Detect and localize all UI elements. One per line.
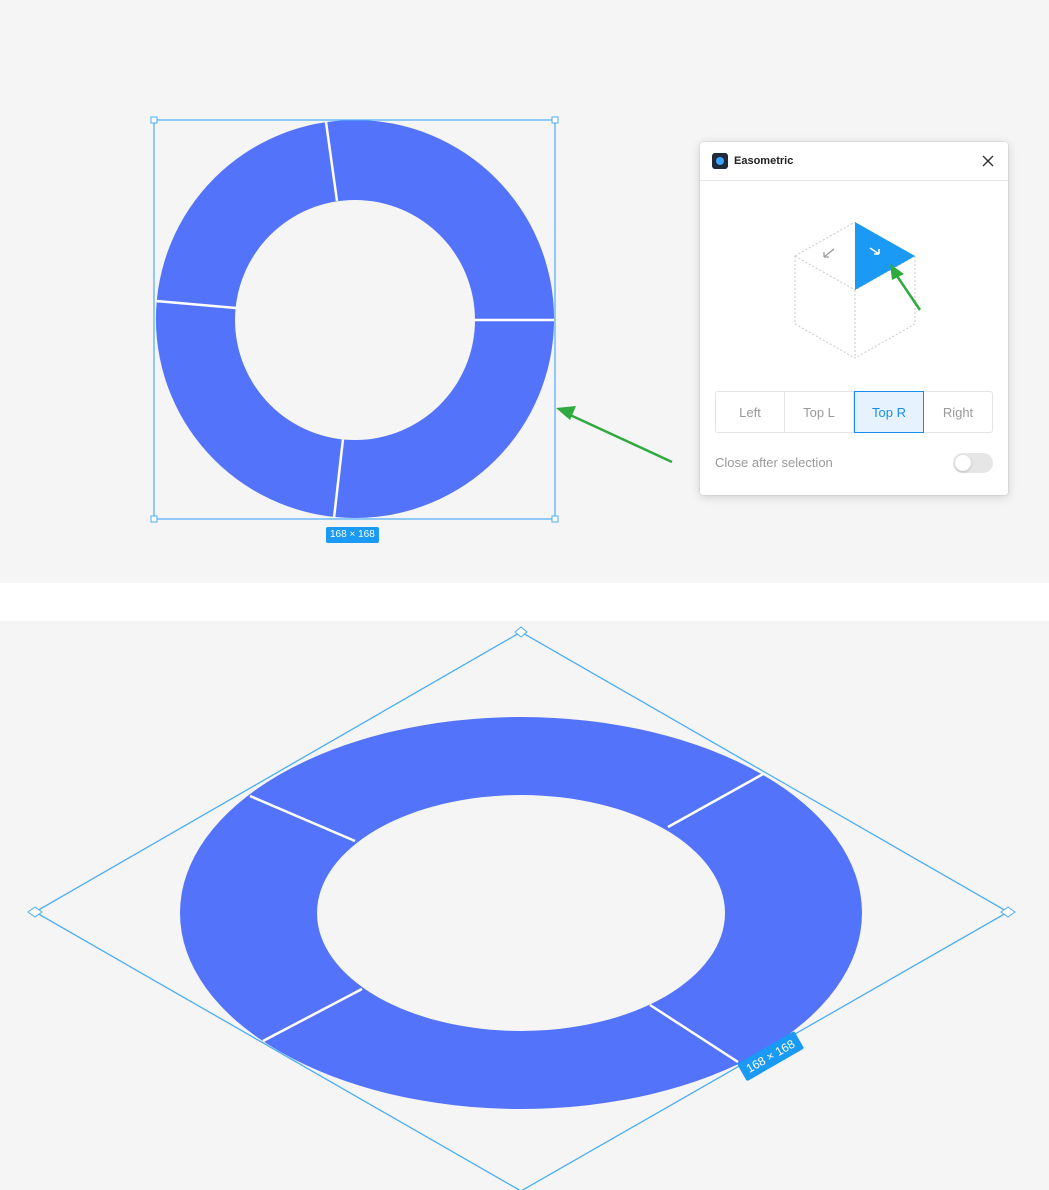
easometric-dialog: Easometric Left Top L Top R Right Close … — [700, 142, 1008, 495]
direction-selector: Left Top L Top R Right — [715, 391, 993, 433]
donut-shape[interactable] — [155, 119, 555, 519]
annotation-arrow-icon — [556, 406, 673, 464]
dialog-title: Easometric — [734, 155, 794, 167]
top-right-button[interactable]: Top R — [854, 391, 924, 433]
top-left-button[interactable]: Top L — [785, 392, 854, 432]
isometric-cube-icon — [794, 221, 922, 359]
annotation-arrow-icon — [890, 264, 922, 311]
right-button[interactable]: Right — [924, 392, 992, 432]
resize-handle-top[interactable] — [514, 626, 528, 638]
canvas-bottom[interactable] — [0, 621, 1049, 1190]
toggle-knob — [955, 455, 971, 471]
left-button[interactable]: Left — [716, 392, 785, 432]
close-icon — [982, 155, 994, 167]
canvas-bottom-drawing — [27, 626, 1016, 1190]
resize-handle-top-left[interactable] — [150, 116, 158, 124]
canvas-top[interactable]: 168 × 168 Easometric Left Top L Top R Ri… — [0, 0, 1049, 583]
top-left-face[interactable] — [823, 248, 835, 258]
resize-handle-bottom-right[interactable] — [551, 515, 559, 523]
easometric-logo-icon — [712, 153, 728, 169]
top-right-face[interactable] — [855, 222, 915, 290]
close-after-selection-toggle[interactable] — [953, 453, 993, 473]
isometric-cube-picker[interactable] — [790, 212, 930, 362]
resize-handle-bottom-left[interactable] — [150, 515, 158, 523]
dialog-header: Easometric — [700, 142, 1008, 181]
toggle-label: Close after selection — [715, 455, 833, 470]
size-badge: 168 × 168 — [326, 527, 379, 543]
close-button[interactable] — [978, 151, 998, 171]
resize-handle-top-right[interactable] — [551, 116, 559, 124]
